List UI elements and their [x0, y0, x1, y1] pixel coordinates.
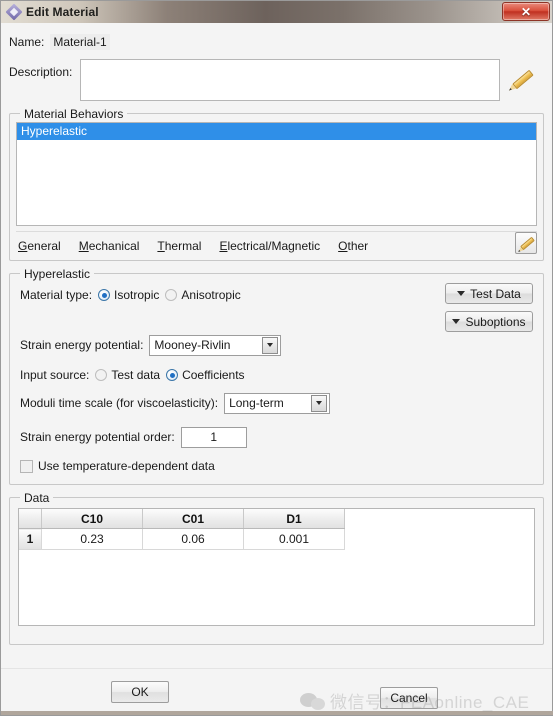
chevron-down-icon[interactable]: [262, 336, 279, 354]
diamond-icon: [7, 5, 21, 19]
hyperelastic-title: Hyperelastic: [20, 267, 95, 281]
menu-item-other[interactable]: Other: [336, 238, 370, 254]
menu-label: lectrical/Magnetic: [227, 239, 321, 253]
ok-button[interactable]: OK: [111, 681, 169, 703]
material-type-label: Material type:: [20, 288, 93, 302]
radio-test-data[interactable]: Test data: [95, 368, 160, 382]
name-value[interactable]: Material-1: [50, 34, 110, 50]
description-edit-pencil-icon[interactable]: [510, 67, 536, 93]
cell-d1[interactable]: 0.001: [243, 528, 345, 550]
cell-c01[interactable]: 0.06: [142, 528, 244, 550]
cancel-button[interactable]: Cancel: [380, 687, 438, 709]
data-table-panel[interactable]: C10 C01 D1 1 0.23 0.06 0.001: [18, 508, 535, 626]
data-group: Data C10 C01 D1 1 0.23 0.06 0.001: [9, 491, 544, 645]
temperature-dependent-row[interactable]: Use temperature-dependent data: [20, 458, 533, 474]
strain-energy-order-label: Strain energy potential order:: [20, 430, 175, 444]
menu-mnemonic: G: [18, 239, 28, 253]
window-bottom-edge: [1, 711, 553, 715]
close-icon: ✕: [520, 4, 532, 19]
description-row: Description:: [9, 59, 544, 101]
material-behaviors-group: Material Behaviors Hyperelastic General …: [9, 107, 544, 261]
dialog-body: Name: Material-1 Description: Material B…: [1, 23, 552, 668]
radio-dot-icon: [98, 289, 111, 301]
menu-item-mechanical[interactable]: Mechanical: [77, 238, 142, 254]
ok-button-label: OK: [131, 685, 149, 699]
radio-anisotropic[interactable]: Anisotropic: [165, 288, 241, 302]
strain-energy-potential-value: Mooney-Rivlin: [154, 338, 231, 352]
strain-energy-potential-select[interactable]: Mooney-Rivlin: [149, 334, 282, 356]
table-header-row: C10 C01 D1: [19, 509, 345, 529]
input-source-label: Input source:: [20, 368, 90, 382]
moduli-time-scale-label: Moduli time scale (for viscoelasticity):: [20, 396, 219, 410]
chevron-down-icon[interactable]: [311, 394, 328, 412]
behaviors-edit-pencil-icon[interactable]: [515, 232, 537, 254]
menu-label: ther: [347, 239, 369, 253]
name-row: Name: Material-1: [9, 33, 544, 51]
menu-label: hermal: [164, 239, 202, 253]
menu-label: echanical: [88, 239, 140, 253]
radio-dot-icon: [95, 369, 108, 381]
temperature-dependent-label: Use temperature-dependent data: [38, 459, 215, 473]
strain-energy-order-input[interactable]: 1: [180, 426, 247, 448]
radio-test-data-label: Test data: [111, 368, 161, 382]
table-corner-cell: [19, 509, 42, 529]
chevron-down-icon: [452, 319, 461, 324]
radio-isotropic-label: Isotropic: [114, 288, 160, 302]
radio-isotropic[interactable]: Isotropic: [98, 288, 159, 302]
radio-dot-icon: [165, 289, 178, 301]
strain-energy-potential-label: Strain energy potential:: [20, 338, 144, 352]
moduli-time-scale-row: Moduli time scale (for viscoelasticity):…: [20, 392, 533, 414]
dialog-footer: OK Cancel: [1, 668, 552, 715]
table-row[interactable]: 1 0.23 0.06 0.001: [19, 528, 345, 550]
description-label: Description:: [9, 65, 73, 79]
list-item[interactable]: Hyperelastic: [17, 123, 536, 140]
close-button[interactable]: ✕: [502, 2, 550, 21]
hyperelastic-side-buttons: Test Data Suboptions: [445, 283, 533, 339]
material-behaviors-list[interactable]: Hyperelastic: [16, 122, 537, 226]
radio-coefficients[interactable]: Coefficients: [166, 368, 245, 382]
suboptions-button[interactable]: Suboptions: [445, 311, 533, 332]
hyperelastic-inner: Test Data Suboptions Material type: Isot…: [20, 283, 533, 474]
cell-c10[interactable]: 0.23: [41, 528, 143, 550]
behaviors-menu-bar: General Mechanical Thermal Electrical/Ma…: [16, 231, 537, 257]
test-data-label: Test Data: [470, 286, 521, 301]
test-data-button[interactable]: Test Data: [445, 283, 533, 304]
edit-material-dialog: Edit Material ✕ Name: Material-1 Descrip…: [0, 0, 553, 716]
chevron-down-icon: [457, 291, 466, 296]
menu-item-electrical-magnetic[interactable]: Electrical/Magnetic: [217, 238, 322, 254]
material-behaviors-title: Material Behaviors: [20, 107, 128, 121]
row-index[interactable]: 1: [19, 528, 42, 550]
moduli-time-scale-select[interactable]: Long-term: [224, 392, 331, 414]
column-header-c01[interactable]: C01: [142, 509, 244, 529]
input-source-row: Input source: Test data Coefficients: [20, 364, 533, 386]
menu-item-general[interactable]: General: [16, 238, 63, 254]
menu-label: eneral: [27, 239, 61, 253]
column-header-c10[interactable]: C10: [41, 509, 143, 529]
radio-dot-icon: [166, 369, 179, 381]
strain-energy-order-row: Strain energy potential order: 1: [20, 426, 533, 448]
menu-mnemonic: O: [338, 239, 348, 253]
coefficients-table: C10 C01 D1 1 0.23 0.06 0.001: [19, 509, 345, 550]
cancel-button-label: Cancel: [390, 691, 428, 705]
menu-item-thermal[interactable]: Thermal: [155, 238, 203, 254]
radio-coefficients-label: Coefficients: [182, 368, 245, 382]
menu-mnemonic: M: [78, 239, 89, 253]
temperature-dependent-checkbox[interactable]: [20, 459, 33, 473]
radio-anisotropic-label: Anisotropic: [181, 288, 241, 302]
moduli-time-scale-value: Long-term: [229, 396, 284, 410]
title-bar[interactable]: Edit Material ✕: [1, 1, 552, 23]
data-group-title: Data: [20, 491, 54, 505]
hyperelastic-group: Hyperelastic Test Data Suboptions Materi…: [9, 267, 544, 485]
description-input[interactable]: [80, 59, 501, 101]
suboptions-label: Suboptions: [465, 314, 526, 329]
name-label: Name:: [9, 35, 45, 49]
column-header-d1[interactable]: D1: [243, 509, 345, 529]
window-title: Edit Material: [26, 5, 99, 19]
menu-mnemonic: T: [157, 239, 165, 253]
